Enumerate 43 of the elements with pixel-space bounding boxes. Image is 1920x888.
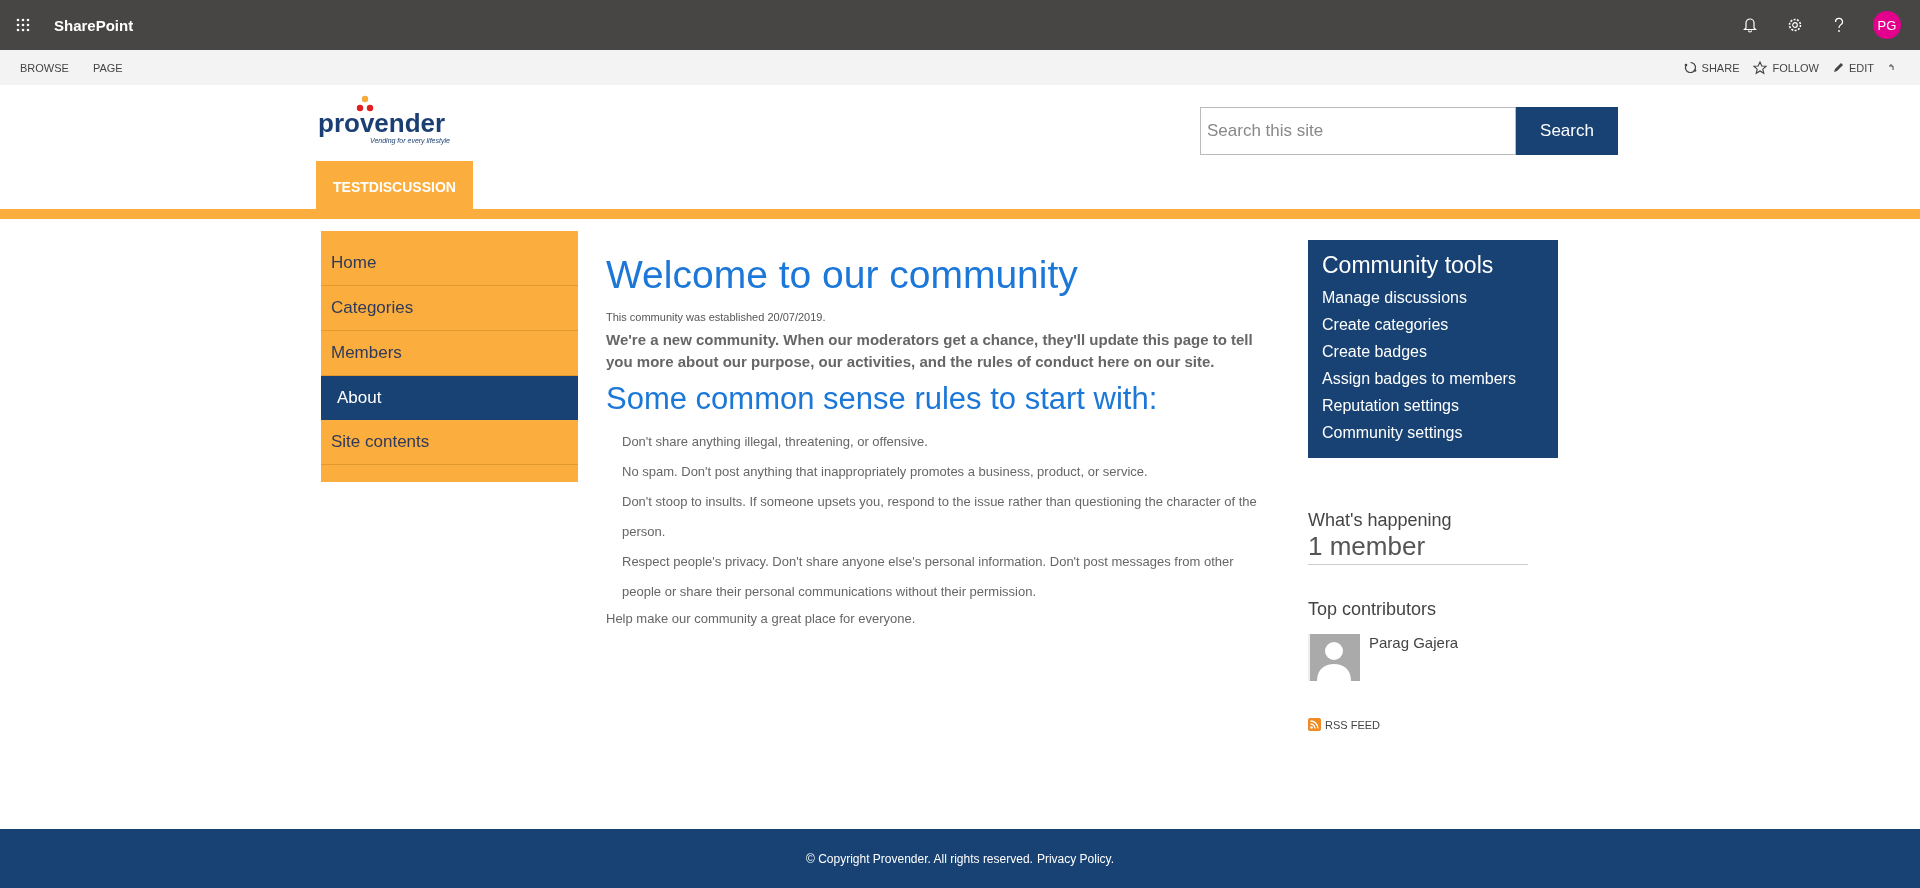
page-title: Welcome to our community	[606, 253, 1079, 297]
nav-item[interactable]: Home	[321, 241, 578, 286]
established-date: This community was established 20/07/2019.	[606, 311, 827, 323]
search-field[interactable]: Search this site	[1200, 107, 1516, 155]
tool-link[interactable]: Reputation settings	[1322, 392, 1544, 419]
help-icon[interactable]	[1833, 17, 1845, 33]
share-icon[interactable]	[1683, 61, 1697, 74]
section-title: Top contributors	[1308, 599, 1437, 620]
rules-heading: Some common sense rules to start with:	[606, 381, 1159, 417]
user-avatar[interactable]: PG	[1873, 11, 1901, 39]
rss-link[interactable]: RSS FEED	[1325, 718, 1380, 731]
copyright-text: © Copyright Provender. All rights reserved.	[805, 851, 1033, 866]
search-button[interactable]: Search	[1516, 107, 1618, 155]
member-count[interactable]: 1 member	[1308, 531, 1528, 565]
rule-text: Don't share anything illegal, threatening, or offensive.	[622, 433, 929, 451]
intro-paragraph: We're a new community. When our moderators get a chance, they'll update this page to tell you more about our purpose, our activities, and the rules of conduct here on our site.	[606, 330, 1254, 372]
ribbon-tab[interactable]: PAGE	[92, 61, 123, 74]
ribbon-action[interactable]: SHARE	[1701, 61, 1740, 74]
section-title: What's happening	[1308, 510, 1452, 531]
nav-item[interactable]: Site contents	[321, 420, 578, 465]
tool-link[interactable]: Community settings	[1322, 419, 1544, 446]
tool-link[interactable]: Manage discussions	[1322, 284, 1544, 311]
notification-icon[interactable]	[1743, 17, 1757, 33]
panel-title: Community tools	[1322, 252, 1495, 279]
tool-link[interactable]: Assign badges to members	[1322, 365, 1544, 392]
privacy-link[interactable]: Privacy Policy.	[1036, 851, 1115, 866]
pencil-icon[interactable]	[1832, 62, 1844, 73]
rule-text: Respect people's privacy. Don't share anyone else's personal information. Don't post messages from other people or share their personal communications without their permission.	[622, 553, 1235, 601]
contributor-name[interactable]: Parag Gajera	[1369, 634, 1459, 651]
settings-icon[interactable]	[1787, 17, 1803, 33]
ribbon-tab[interactable]: BROWSE	[20, 61, 69, 74]
nav-item[interactable]: About	[321, 376, 578, 420]
ribbon-action[interactable]: EDIT	[1848, 61, 1874, 74]
rule-text: No spam. Don't post anything that inappropriately promotes a business, product, or service.	[622, 463, 1149, 481]
tool-link[interactable]: Create categories	[1322, 311, 1544, 338]
tool-link[interactable]: Create badges	[1322, 338, 1544, 365]
app-launcher-icon[interactable]	[16, 18, 30, 32]
closing-text: Help make our community a great place for everyone.	[606, 611, 917, 626]
star-icon[interactable]	[1753, 60, 1768, 75]
ribbon-action[interactable]: FOLLOW	[1772, 61, 1819, 74]
app-name[interactable]: SharePoint	[54, 16, 134, 34]
nav-item[interactable]: Categories	[321, 286, 578, 331]
rule-text: Don't stoop to insults. If someone upsets you, respond to the issue rather than questioning the character of the person.	[622, 493, 1258, 541]
